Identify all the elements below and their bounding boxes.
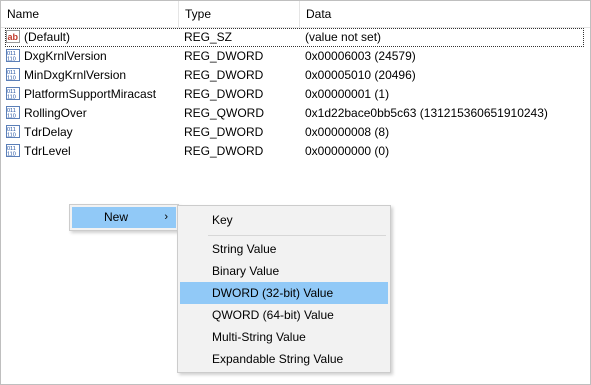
value-type: REG_DWORD [184,68,264,82]
value-row-tdrlevel[interactable]: 011 110 TdrLevel REG_DWORD 0x00000000 (0… [1,142,590,161]
value-type: REG_DWORD [184,125,264,139]
value-name: MinDxgKrnlVersion [24,68,127,82]
string-value-icon: ab [6,30,20,43]
value-row-default[interactable]: ab (Default) REG_SZ (value not set) [5,28,584,47]
value-name-cell: ab (Default) [6,28,178,47]
binary-value-icon: 011 110 [6,106,20,119]
value-row-dxgkrnlversion[interactable]: 011 110 DxgKrnlVersion REG_DWORD 0x00006… [1,47,590,66]
menu-separator [208,235,386,236]
menu-item-multi-string-value[interactable]: Multi-String Value [180,326,388,348]
value-row-platformsupportmiracast[interactable]: 011 110 PlatformSupportMiracast REG_DWOR… [1,85,590,104]
value-row-mindxgkrnlversion[interactable]: 011 110 MinDxgKrnlVersion REG_DWORD 0x00… [1,66,590,85]
new-submenu: Key String Value Binary Value DWORD (32-… [177,205,391,373]
value-data: 0x00005010 (20496) [305,68,416,82]
value-name: (Default) [24,30,71,44]
svg-text:110: 110 [7,152,16,158]
value-name: DxgKrnlVersion [24,49,107,63]
values-list: ab (Default) REG_SZ (value not set) 011 … [1,28,590,161]
column-header-type[interactable]: Type [178,1,299,27]
value-data: 0x00000001 (1) [305,87,390,101]
menu-item-new[interactable]: New › [72,207,176,228]
value-name-cell: 011 110 PlatformSupportMiracast [6,85,178,104]
binary-value-icon: 011 110 [6,144,20,157]
menu-item-dword-value[interactable]: DWORD (32-bit) Value [180,282,388,304]
value-name-cell: 011 110 TdrDelay [6,123,178,142]
value-type: REG_QWORD [184,106,265,120]
value-type: REG_DWORD [184,144,264,158]
value-row-tdrdelay[interactable]: 011 110 TdrDelay REG_DWORD 0x00000008 (8… [1,123,590,142]
value-data: (value not set) [305,30,382,44]
binary-value-icon: 011 110 [6,68,20,81]
column-header-data[interactable]: Data [299,1,590,27]
value-data: 0x1d22bace0bb5c63 (131215360651910243) [305,106,548,120]
svg-text:110: 110 [7,95,16,101]
value-data: 0x00006003 (24579) [305,49,416,63]
value-name-cell: 011 110 MinDxgKrnlVersion [6,66,178,85]
menu-item-key[interactable]: Key [180,209,388,231]
value-name-cell: 011 110 RollingOver [6,104,178,123]
svg-text:110: 110 [7,114,16,120]
svg-text:110: 110 [7,57,16,63]
menu-item-binary-value[interactable]: Binary Value [180,260,388,282]
column-header-name[interactable]: Name [1,1,178,27]
value-name: TdrLevel [24,144,71,158]
registry-editor-values-pane: Name Type Data ab (Default) REG_SZ (valu… [0,0,591,385]
svg-text:110: 110 [7,76,16,82]
list-header: Name Type Data [1,1,590,28]
binary-value-icon: 011 110 [6,125,20,138]
value-row-rollingover[interactable]: 011 110 RollingOver REG_QWORD 0x1d22bace… [1,104,590,123]
binary-value-icon: 011 110 [6,49,20,62]
menu-item-string-value[interactable]: String Value [180,238,388,260]
svg-text:ab: ab [8,32,19,42]
value-type: REG_SZ [184,30,233,44]
menu-item-expandable-string-value[interactable]: Expandable String Value [180,348,388,370]
value-type: REG_DWORD [184,49,264,63]
value-data: 0x00000000 (0) [305,144,390,158]
binary-value-icon: 011 110 [6,87,20,100]
value-name: PlatformSupportMiracast [24,87,157,101]
menu-item-new-label: New [104,210,129,224]
value-data: 0x00000008 (8) [305,125,390,139]
value-type: REG_DWORD [184,87,264,101]
value-name: TdrDelay [24,125,73,139]
value-name: RollingOver [24,106,87,120]
context-menu: New › [69,204,179,231]
value-name-cell: 011 110 DxgKrnlVersion [6,47,178,66]
chevron-right-icon: › [164,211,168,223]
svg-text:110: 110 [7,133,16,139]
value-name-cell: 011 110 TdrLevel [6,142,178,161]
menu-item-qword-value[interactable]: QWORD (64-bit) Value [180,304,388,326]
